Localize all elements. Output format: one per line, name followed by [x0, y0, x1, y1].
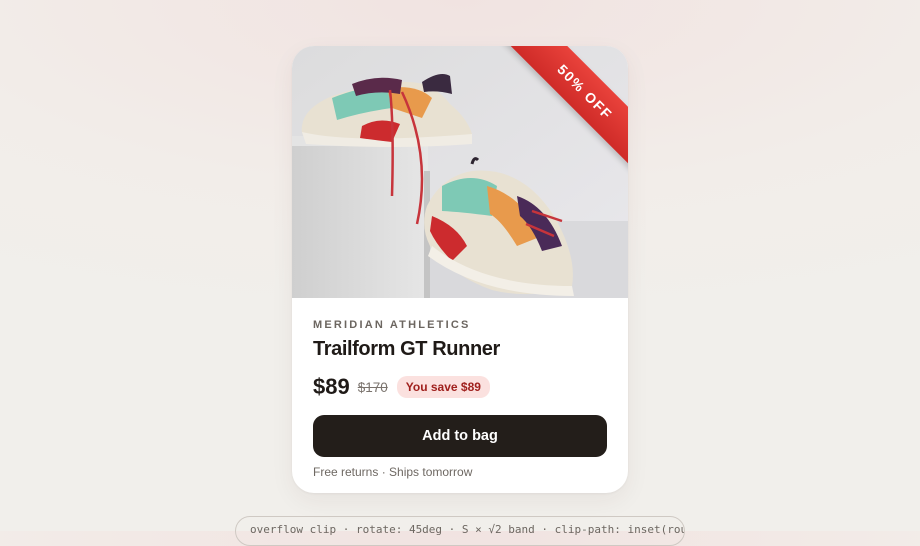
technique-footnote: overflow clip · rotate: 45deg · S × √2 b… — [235, 516, 685, 546]
price-row: $89 $170 You save $89 — [313, 374, 607, 400]
product-image[interactable]: 50% OFF — [292, 46, 628, 298]
brand-name: MERIDIAN ATHLETICS — [313, 319, 471, 331]
product-card: 50% OFF MERIDIAN ATHLETICS Trailform GT … — [292, 46, 628, 493]
add-to-bag-button[interactable]: Add to bag — [313, 415, 607, 457]
shipping-info: Free returns · Ships tomorrow — [313, 465, 473, 479]
product-title[interactable]: Trailform GT Runner — [313, 338, 607, 361]
savings-badge: You save $89 — [396, 376, 490, 398]
product-details: MERIDIAN ATHLETICS Trailform GT Runner $… — [313, 298, 607, 479]
original-price: $170 — [357, 379, 388, 395]
current-price: $89 — [313, 374, 350, 399]
